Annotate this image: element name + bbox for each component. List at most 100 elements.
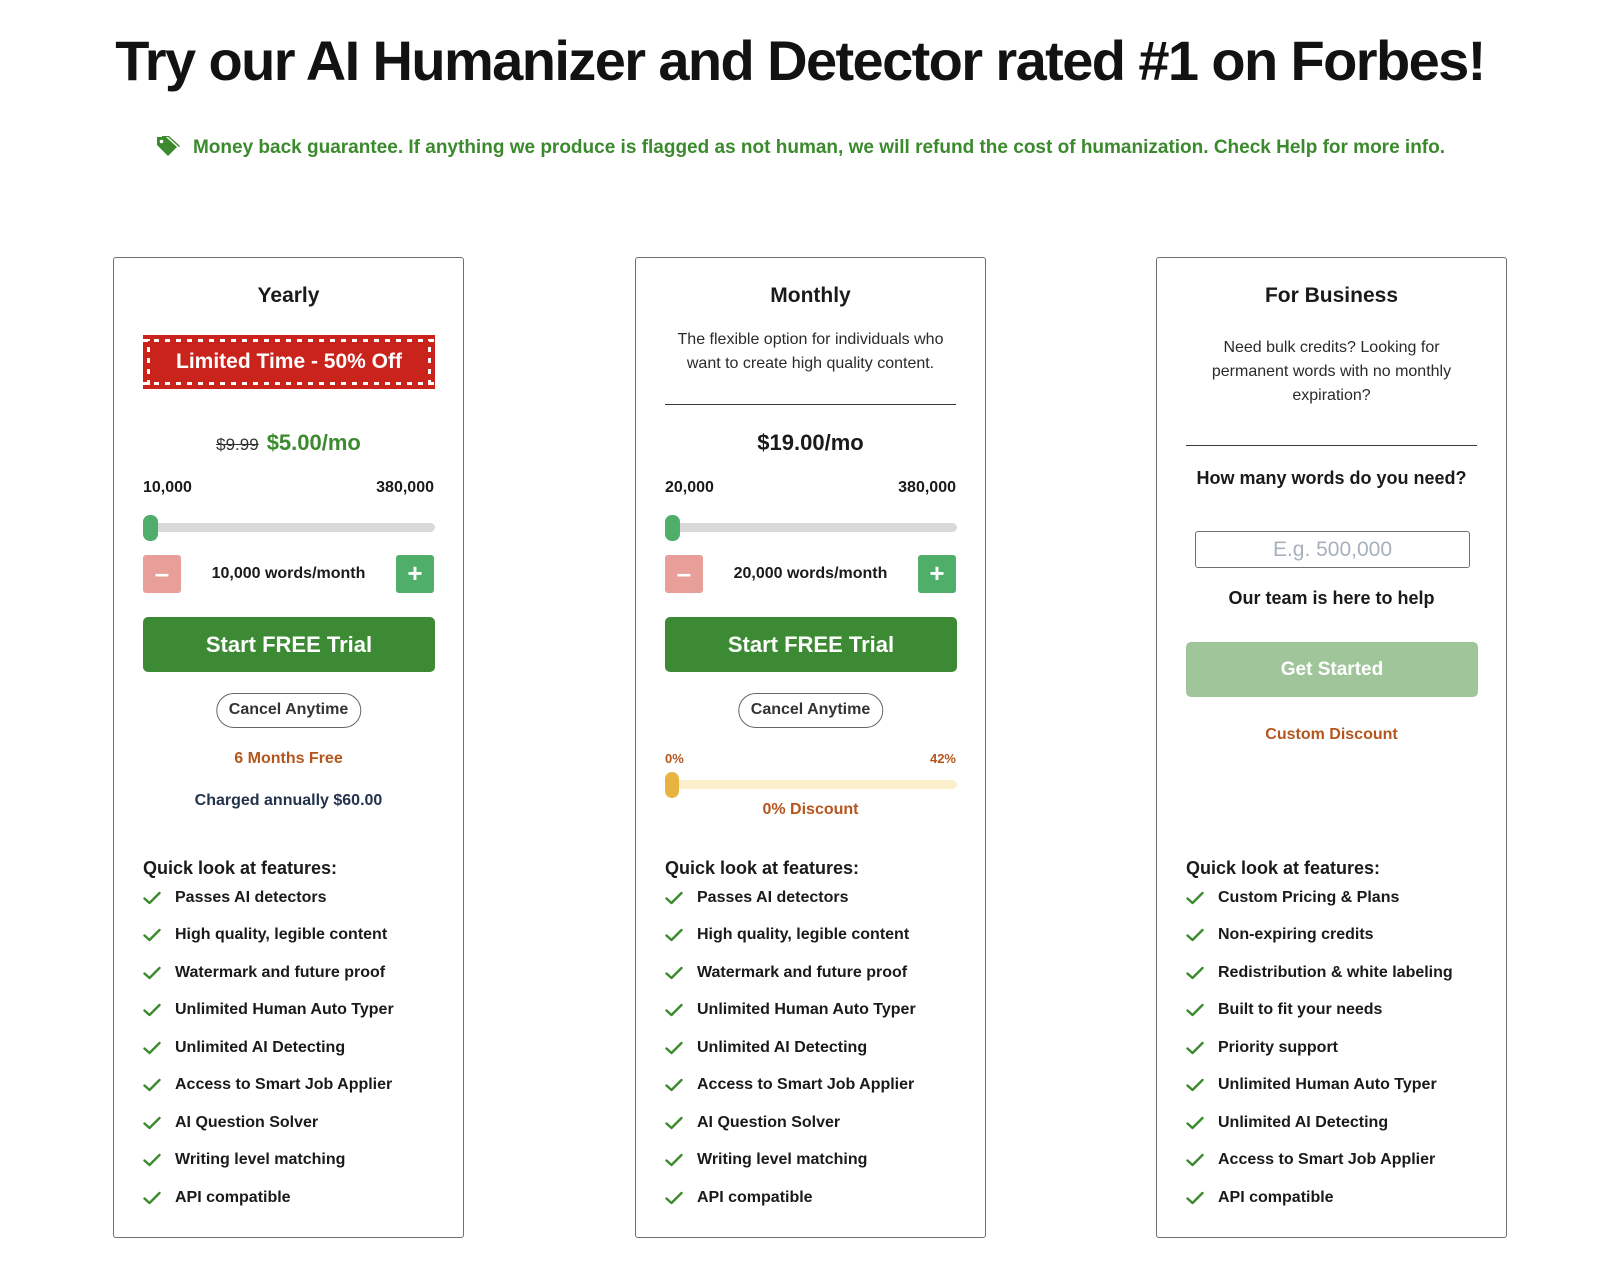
checkmark-icon [143,1191,161,1204]
word-slider-thumb[interactable] [143,515,158,541]
increase-words-button[interactable]: + [396,555,434,593]
get-started-button[interactable]: Get Started [1186,642,1478,697]
custom-discount-link[interactable]: Custom Discount [1157,726,1506,744]
price-row: $9.99 $5.00/mo [114,430,463,456]
promo-badge: Limited Time - 50% Off [143,335,435,389]
plan-card-yearly: Yearly Limited Time - 50% Off $9.99 $5.00… [113,257,464,1238]
range-min-label: 10,000 [143,479,192,496]
feature-label: API compatible [697,1188,813,1206]
range-max-label: 380,000 [898,479,956,496]
discount-slider-track[interactable] [665,772,957,798]
feature-item: Priority support [1186,1029,1453,1067]
plan-title: For Business [1264,284,1399,307]
feature-label: Writing level matching [697,1151,868,1169]
discounted-price: $5.00/mo [266,430,361,455]
feature-label: Custom Pricing & Plans [1218,888,1400,906]
feature-label: Passes AI detectors [175,888,327,906]
feature-item: High quality, legible content [143,917,394,955]
feature-label: High quality, legible content [175,926,388,944]
feature-item: Redistribution & white labeling [1186,954,1453,992]
feature-item: API compatible [1186,1179,1453,1217]
feature-label: Access to Smart Job Applier [697,1076,915,1094]
features-title: Quick look at features: [1186,858,1381,878]
feature-label: Access to Smart Job Applier [175,1076,393,1094]
checkmark-icon [143,1004,161,1017]
feature-item: Watermark and future proof [665,954,916,992]
feature-label: Watermark and future proof [175,963,386,981]
price-tag-icon [156,136,180,156]
checkmark-icon [665,966,683,979]
word-slider-thumb[interactable] [665,515,680,541]
money-back-guarantee: Money back guarantee. If anything we pro… [0,135,1600,159]
feature-label: Priority support [1218,1038,1339,1056]
start-free-trial-button[interactable]: Start FREE Trial [143,617,435,672]
feature-item: AI Question Solver [143,1104,394,1142]
feature-label: Unlimited AI Detecting [1218,1113,1389,1131]
feature-label: Passes AI detectors [697,888,849,906]
checkmark-icon [1186,1079,1204,1092]
words-needed-input[interactable] [1195,531,1470,568]
feature-item: Access to Smart Job Applier [665,1067,916,1105]
feature-label: Redistribution & white labeling [1218,963,1453,981]
checkmark-icon [665,1154,683,1167]
guarantee-text: Money back guarantee. If anything we pro… [192,137,1446,158]
feature-item: AI Question Solver [665,1104,916,1142]
feature-item: Writing level matching [665,1142,916,1180]
feature-item: Unlimited Human Auto Typer [1186,1067,1453,1105]
increase-words-button[interactable]: + [918,555,956,593]
divider [665,404,956,405]
feature-label: AI Question Solver [175,1113,319,1131]
team-help-text: Our team is here to help [1228,588,1435,608]
feature-label: Watermark and future proof [697,963,908,981]
discount-value-label: 0% Discount [762,801,859,818]
feature-label: High quality, legible content [697,926,910,944]
discount-max-label: 42% [929,751,956,766]
feature-label: Unlimited Human Auto Typer [175,1001,394,1019]
feature-item: Unlimited Human Auto Typer [143,992,394,1030]
checkmark-icon [143,929,161,942]
checkmark-icon [665,1041,683,1054]
checkmark-icon [665,1116,683,1129]
checkmark-icon [1186,1116,1204,1129]
feature-item: Unlimited AI Detecting [1186,1104,1453,1142]
discount-slider-thumb[interactable] [665,772,679,798]
feature-list: Custom Pricing & Plans Non-expiring credi… [1186,879,1453,1217]
feature-item: Watermark and future proof [143,954,394,992]
feature-item: Passes AI detectors [665,879,916,917]
feature-label: Unlimited Human Auto Typer [697,1001,916,1019]
checkmark-icon [665,1004,683,1017]
plan-description: The flexible option for individuals who … [677,331,944,372]
feature-item: Access to Smart Job Applier [1186,1142,1453,1180]
range-max-label: 380,000 [376,479,434,496]
start-free-trial-button[interactable]: Start FREE Trial [665,617,957,672]
checkmark-icon [143,891,161,904]
range-min-label: 20,000 [665,479,714,496]
feature-item: Writing level matching [143,1142,394,1180]
checkmark-icon [1186,966,1204,979]
features-title: Quick look at features: [665,858,860,878]
checkmark-icon [665,1191,683,1204]
feature-label: Unlimited AI Detecting [697,1038,868,1056]
feature-label: Writing level matching [175,1151,346,1169]
plan-card-business: For Business Need bulk credits? Looking … [1156,257,1507,1238]
feature-label: Unlimited AI Detecting [175,1038,346,1056]
feature-label: Unlimited Human Auto Typer [1218,1076,1437,1094]
word-slider-track[interactable] [143,515,435,541]
cancel-anytime-badge: Cancel Anytime [737,693,884,728]
feature-item: Passes AI detectors [143,879,394,917]
feature-item: Unlimited Human Auto Typer [665,992,916,1030]
cancel-anytime-badge: Cancel Anytime [215,693,362,728]
checkmark-icon [665,1079,683,1092]
word-slider-track[interactable] [665,515,957,541]
feature-item: Custom Pricing & Plans [1186,879,1453,917]
checkmark-icon [1186,1004,1204,1017]
checkmark-icon [1186,1191,1204,1204]
checkmark-icon [665,891,683,904]
plan-title: Yearly [257,284,320,307]
feature-item: API compatible [143,1179,394,1217]
price-row: $19.00/mo [636,430,985,456]
checkmark-icon [143,1116,161,1129]
feature-label: Access to Smart Job Applier [1218,1151,1436,1169]
checkmark-icon [1186,891,1204,904]
feature-item: Unlimited AI Detecting [665,1029,916,1067]
